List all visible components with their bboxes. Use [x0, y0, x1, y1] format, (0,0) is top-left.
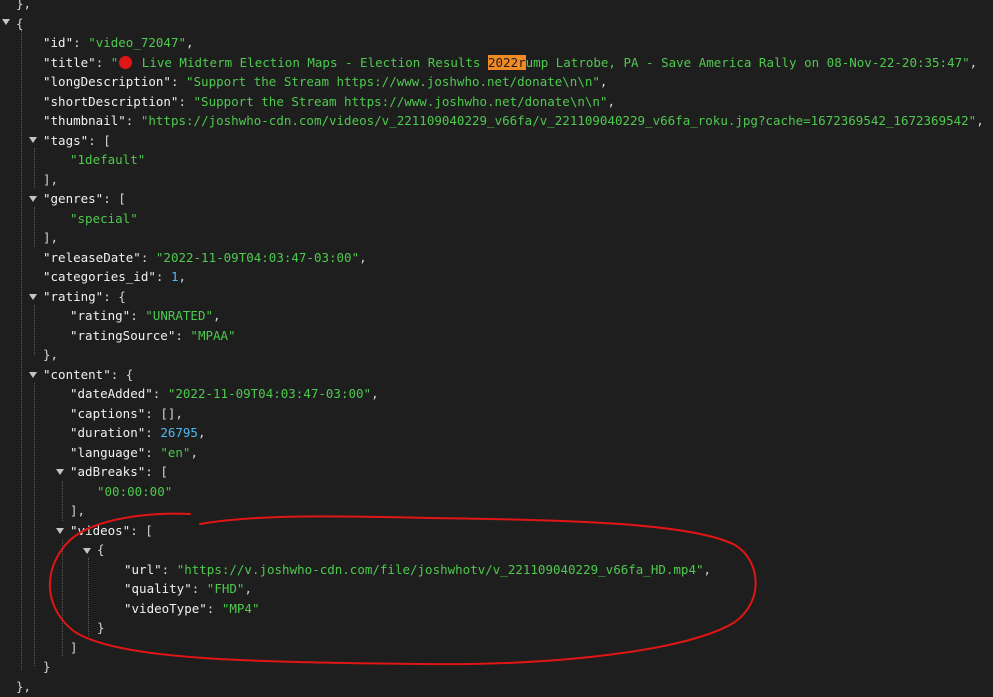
json-line: "videoType": "MP4" [124, 601, 260, 616]
json-line-tags: "tags": [ [43, 133, 111, 148]
json-key: "dateAdded" [70, 386, 153, 401]
json-line-rating: "rating": { [43, 289, 126, 304]
indent-guide [62, 481, 63, 521]
json-line: ], [43, 230, 59, 245]
json-line-categories-id: "categories_id": 1, [43, 269, 187, 284]
json-line: "1default" [70, 150, 145, 170]
json-viewer: }, { "id": "video_72047", "title": " Liv… [0, 0, 993, 694]
indent-guide [21, 30, 22, 670]
json-value: "https://joshwho-cdn.com/videos/v_221109… [140, 113, 977, 128]
json-line: "quality": "FHD", [124, 581, 252, 596]
json-line-longdescription: "longDescription": "Support the Stream h… [43, 74, 608, 89]
json-line: "language": "en", [70, 445, 198, 460]
json-line: ], [70, 503, 86, 518]
json-key: "id" [43, 35, 74, 50]
json-value: "https://v.joshwho-cdn.com/file/joshwhot… [176, 562, 704, 577]
indent-guide [34, 207, 35, 247]
json-line: } [97, 620, 105, 635]
json-value: "MPAA" [190, 328, 236, 343]
json-line: "dateAdded": "2022-11-09T04:03:47-03:00"… [70, 386, 379, 401]
json-value: 26795 [160, 425, 198, 440]
collapse-arrow-icon[interactable] [29, 372, 37, 378]
json-value: [] [160, 406, 176, 421]
collapse-arrow-icon[interactable] [56, 528, 64, 534]
json-line: "special" [70, 209, 138, 229]
indent-guide [34, 383, 35, 666]
json-key: "content" [43, 367, 111, 382]
indent-guide [34, 305, 35, 355]
json-key: "ratingSource" [70, 328, 176, 343]
json-value: "en" [160, 445, 191, 460]
red-circle-icon [119, 56, 133, 69]
json-key: "title" [43, 55, 96, 70]
json-value: "00:00:00" [97, 484, 173, 499]
json-key: "videoType" [124, 601, 207, 616]
json-key: "longDescription" [43, 74, 171, 89]
json-line: "duration": 26795, [70, 425, 206, 440]
json-key: "adBreaks" [70, 464, 146, 479]
json-key: "categories_id" [43, 269, 156, 284]
json-line-content: "content": { [43, 367, 134, 382]
json-line: "videos": [ [70, 523, 153, 538]
json-key: "rating" [70, 308, 131, 323]
json-value: "1default" [70, 152, 146, 167]
json-line: { [97, 542, 105, 557]
json-line: "rating": "UNRATED", [70, 308, 221, 323]
json-key: "url" [124, 562, 162, 577]
json-line: "00:00:00" [97, 482, 172, 502]
json-line-title: "title": " Live Midterm Election Maps - … [43, 55, 978, 70]
json-value: "Support the Stream https://www.joshwho.… [186, 74, 600, 89]
indent-guide [88, 558, 89, 636]
collapse-arrow-icon[interactable] [29, 137, 37, 143]
json-line: ], [43, 172, 59, 187]
punct: { [16, 16, 24, 31]
json-line: "ratingSource": "MPAA" [70, 328, 236, 343]
json-line-releasedate: "releaseDate": "2022-11-09T04:03:47-03:0… [43, 250, 367, 265]
collapse-arrow-icon[interactable] [29, 196, 37, 202]
json-key: "genres" [43, 191, 104, 206]
collapse-arrow-icon[interactable] [83, 548, 91, 554]
indent-guide [34, 148, 35, 188]
json-key: "thumbnail" [43, 113, 126, 128]
json-value: Live Midterm Election Maps - Election Re… [134, 55, 488, 70]
json-line: }, [43, 347, 59, 362]
json-key: "rating" [43, 289, 104, 304]
json-line: "captions": [], [70, 406, 183, 421]
json-line: }, [16, 0, 31, 14]
search-highlight: 2022r [488, 55, 526, 70]
json-value: "2022-11-09T04:03:47-03:00" [167, 386, 372, 401]
json-line: "adBreaks": [ [70, 464, 168, 479]
json-key: "releaseDate" [43, 250, 141, 265]
json-line-shortdescription: "shortDescription": "Support the Stream … [43, 94, 615, 109]
json-value: "video_72047" [88, 35, 187, 50]
json-value: "2022-11-09T04:03:47-03:00" [155, 250, 360, 265]
json-key: "duration" [70, 425, 146, 440]
json-line: }, [16, 679, 32, 694]
json-line: } [43, 659, 51, 674]
json-key: "captions" [70, 406, 146, 421]
json-line-id: "id": "video_72047", [43, 35, 194, 50]
json-key: "quality" [124, 581, 192, 596]
punct: }, [16, 0, 32, 11]
json-value: "FHD" [206, 581, 245, 596]
collapse-arrow-icon[interactable] [2, 19, 10, 25]
json-line: "url": "https://v.joshwho-cdn.com/file/j… [124, 562, 712, 577]
json-value: "MP4" [221, 601, 260, 616]
json-key: "tags" [43, 133, 89, 148]
json-line: { [16, 14, 24, 34]
json-line-genres: "genres": [ [43, 191, 126, 206]
collapse-arrow-icon[interactable] [29, 294, 37, 300]
json-line-thumbnail: "thumbnail": "https://joshwho-cdn.com/vi… [43, 113, 984, 128]
json-value: "Support the Stream https://www.joshwho.… [193, 94, 608, 109]
json-key: "shortDescription" [43, 94, 179, 109]
json-value: "special" [70, 211, 138, 226]
json-key: "videos" [70, 523, 131, 538]
collapse-arrow-icon[interactable] [56, 469, 64, 475]
indent-guide [62, 539, 63, 656]
json-line: ] [70, 640, 78, 655]
json-value: "UNRATED" [145, 308, 214, 323]
json-key: "language" [70, 445, 146, 460]
